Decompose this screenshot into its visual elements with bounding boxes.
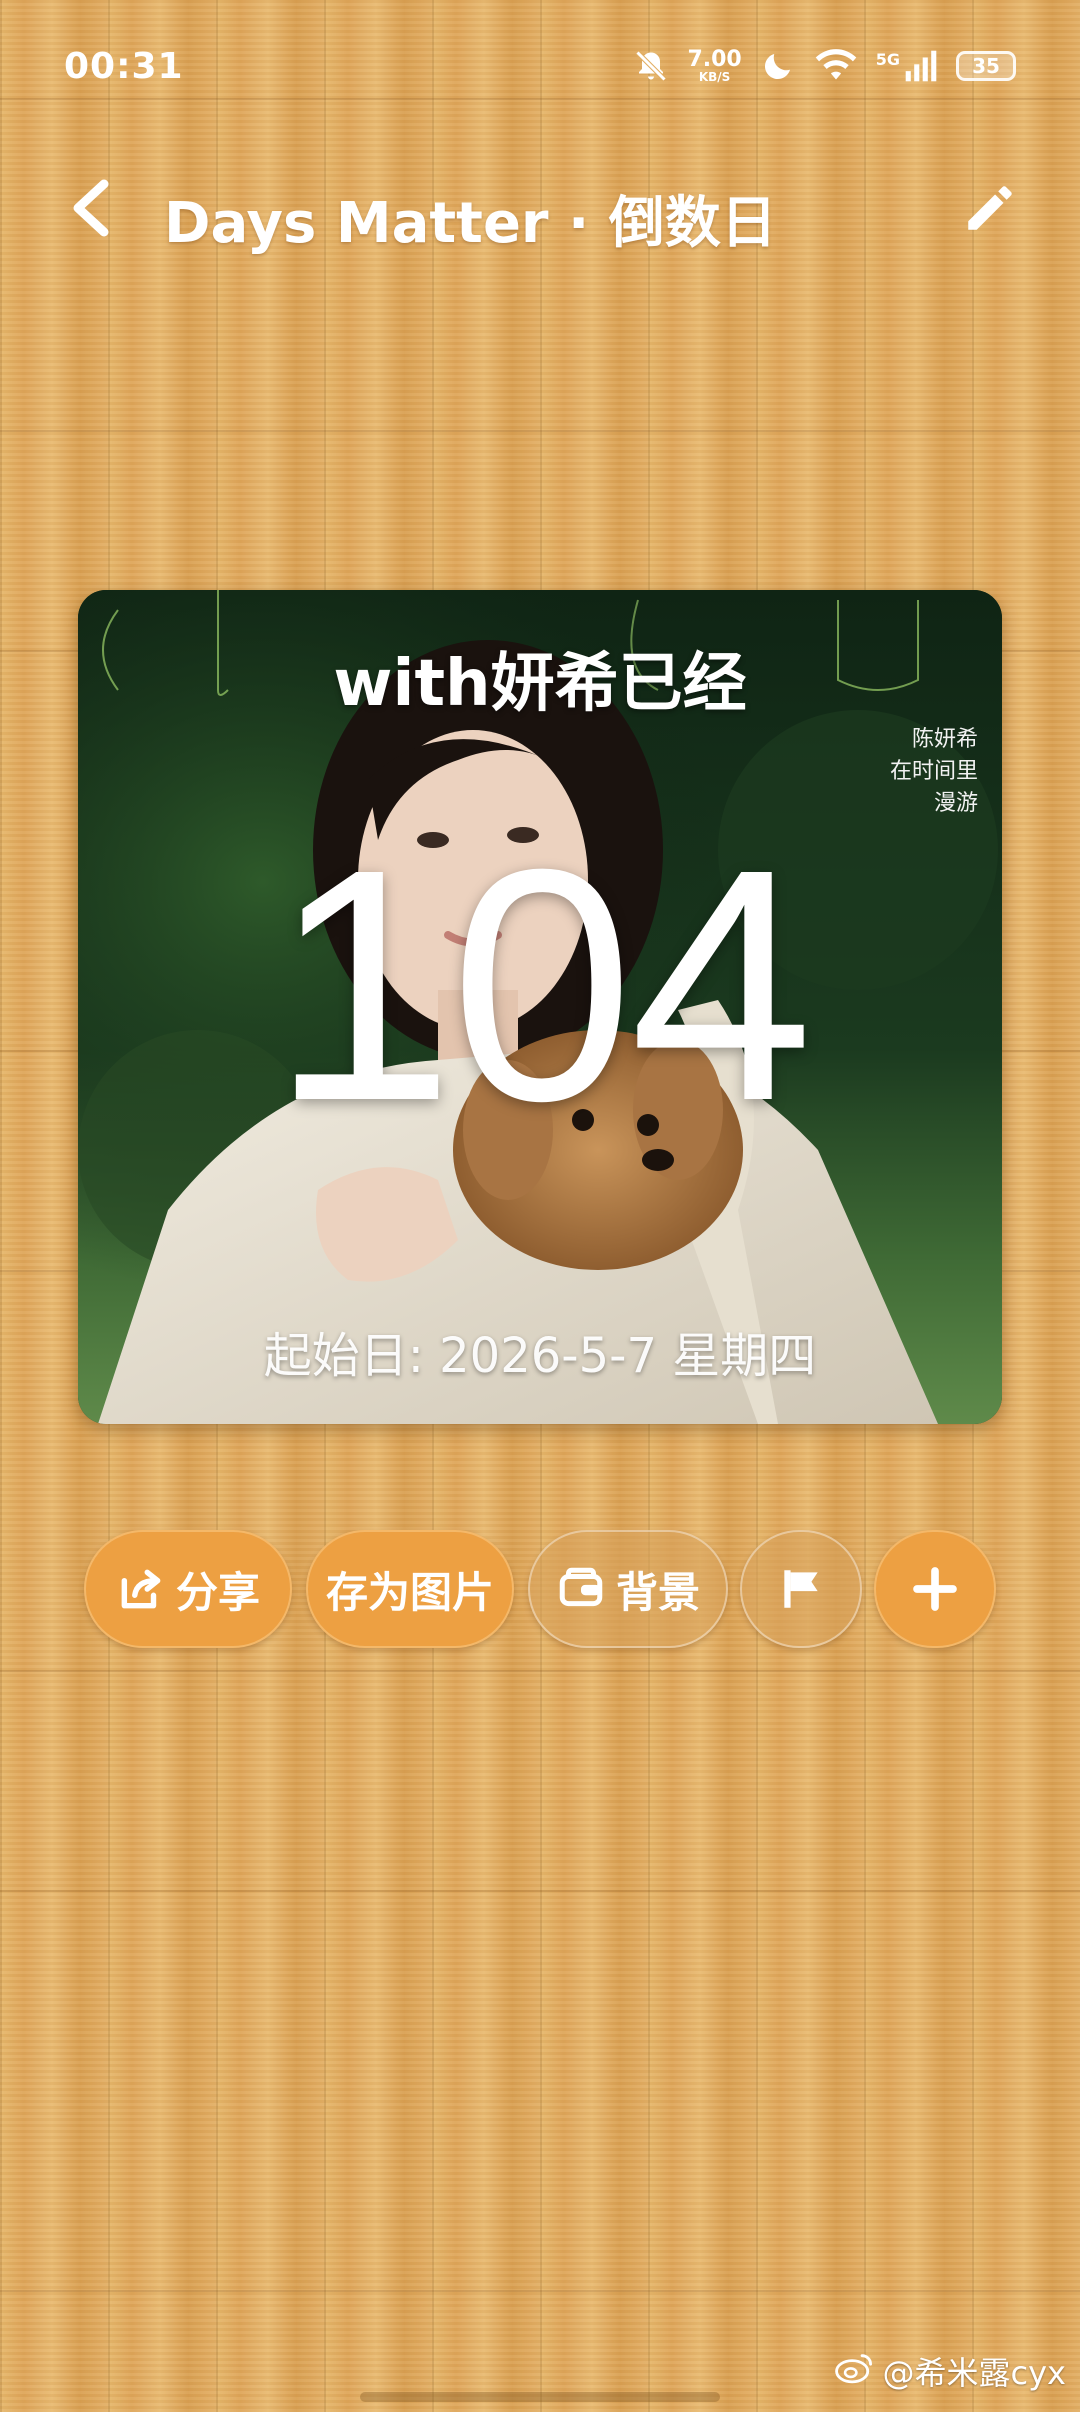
app-header: Days Matter · 倒数日 — [0, 160, 1080, 260]
network-speed-value: 7.00 — [687, 47, 742, 72]
start-date: 起始日: 2026-5-7 星期四 — [263, 1328, 817, 1384]
page-title: Days Matter · 倒数日 — [164, 191, 777, 256]
event-title: with妍希已经 — [333, 647, 747, 721]
moon-icon — [760, 48, 796, 84]
action-bar: 分享 存为图片 背景 — [84, 1530, 1004, 1648]
back-button[interactable] — [56, 176, 124, 244]
signal-icon — [904, 48, 938, 84]
share-icon — [116, 1564, 166, 1614]
watermark-text: @希米露cyx — [882, 2354, 1066, 2392]
wifi-icon — [814, 48, 858, 84]
flag-icon — [776, 1564, 826, 1614]
magazine-caption-line: 在时间里 — [889, 759, 978, 784]
network-speed: 7.00 KB/S — [687, 47, 742, 84]
watermark: @希米露cyx — [834, 2348, 1066, 2394]
background-label: 背景 — [615, 1567, 700, 1617]
edit-button[interactable] — [954, 174, 1026, 246]
save-image-label: 存为图片 — [325, 1567, 494, 1617]
share-button[interactable]: 分享 — [84, 1530, 292, 1648]
weibo-icon — [834, 2350, 875, 2392]
battery-icon: 35 — [956, 51, 1016, 81]
magazine-caption-line: 漫游 — [933, 791, 978, 816]
home-indicator[interactable] — [360, 2392, 720, 2402]
save-image-button[interactable]: 存为图片 — [306, 1530, 514, 1648]
countdown-card[interactable]: with妍希已经 陈妍希 在时间里 漫游 104 起始日: 2026-5-7 星… — [78, 590, 1002, 1424]
back-icon — [68, 178, 112, 242]
background-button[interactable]: 背景 — [528, 1530, 728, 1648]
status-time: 00:31 — [64, 46, 184, 87]
magazine-caption: 陈妍希 在时间里 漫游 — [890, 724, 978, 820]
days-count: 104 — [270, 800, 814, 1169]
flag-button[interactable] — [740, 1530, 862, 1648]
signal-label: 5G — [875, 49, 900, 69]
edit-icon — [961, 179, 1019, 241]
add-button[interactable] — [874, 1530, 996, 1648]
wallpaper-icon — [556, 1564, 606, 1614]
add-icon — [908, 1562, 962, 1616]
magazine-caption-line: 陈妍希 — [911, 727, 978, 752]
status-bar: 00:31 7.00 KB/S 5G 35 — [0, 0, 1080, 140]
notifications-off-icon — [633, 48, 669, 84]
share-label: 分享 — [175, 1567, 260, 1617]
status-icons: 7.00 KB/S 5G 35 — [633, 44, 1016, 88]
network-speed-unit: KB/S — [698, 70, 731, 84]
